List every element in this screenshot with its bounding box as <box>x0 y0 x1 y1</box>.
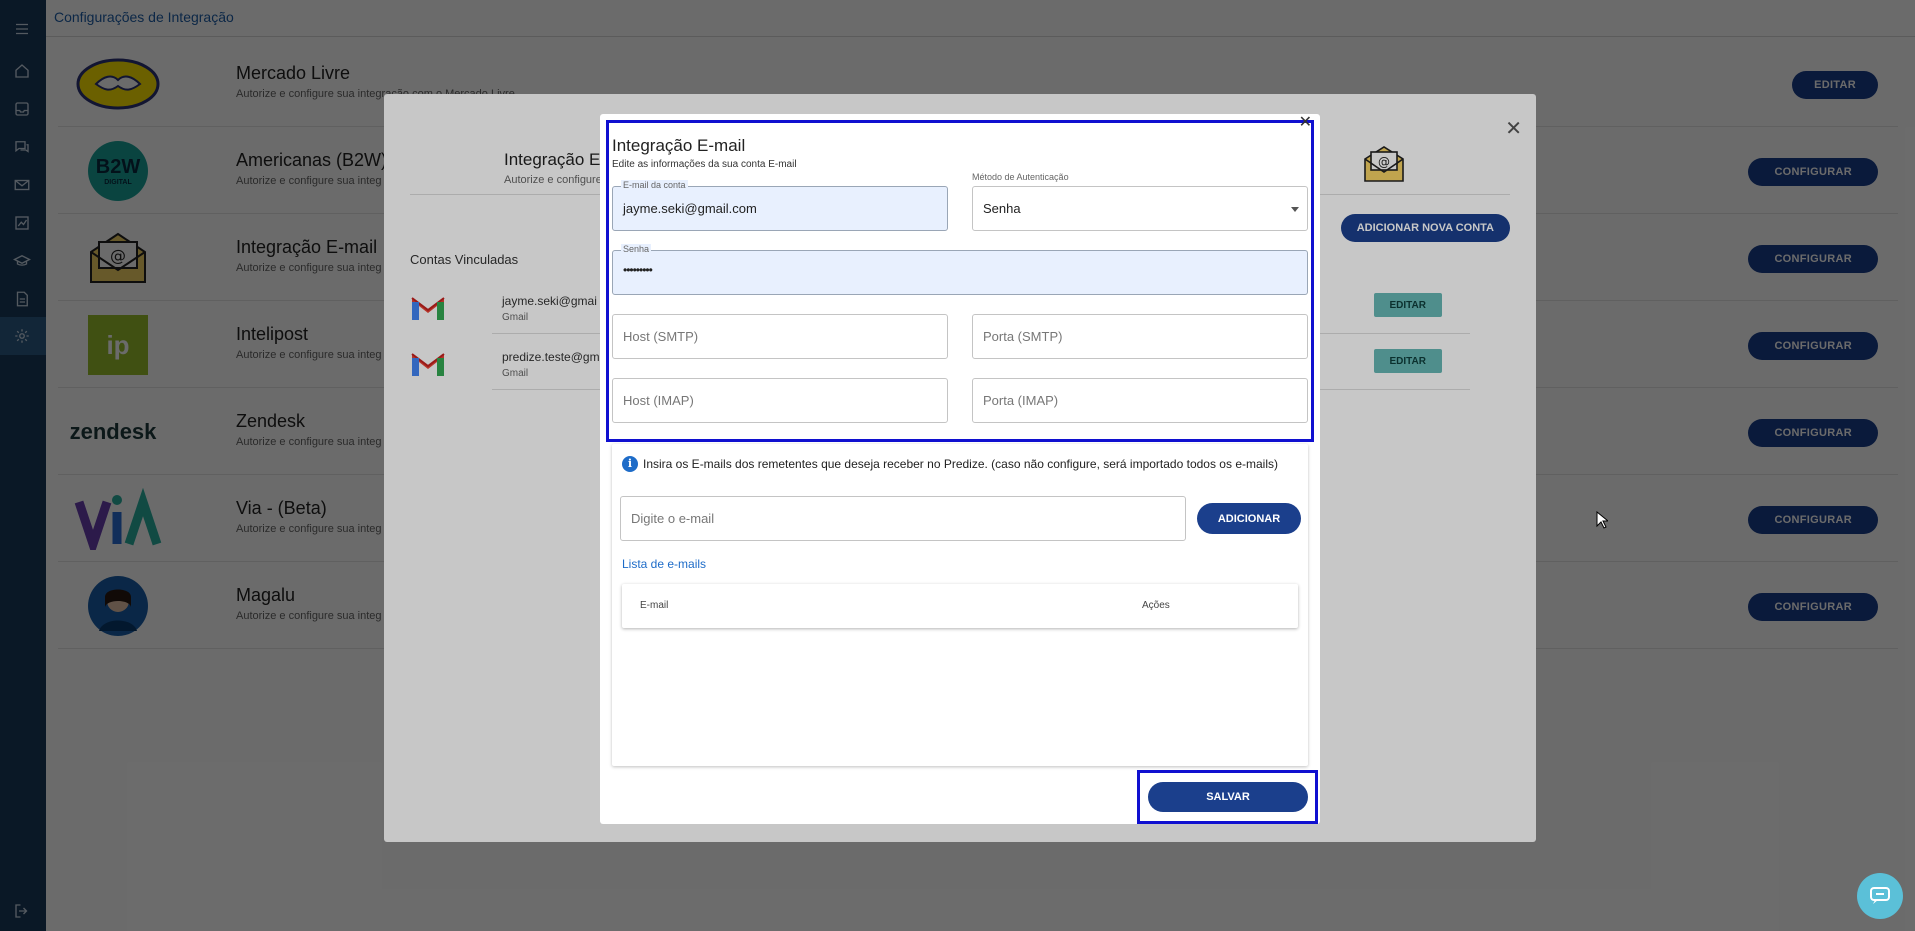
sender-email-input[interactable]: Digite o e-mail <box>620 496 1186 541</box>
chevron-down-icon <box>1291 207 1299 212</box>
sender-emails-panel: i Insira os E-mails dos remetentes que d… <box>612 444 1308 766</box>
field-placeholder: Digite o e-mail <box>631 511 715 526</box>
field-placeholder: Porta (SMTP) <box>983 329 1063 344</box>
imap-host-field[interactable]: Host (IMAP) <box>612 378 948 423</box>
close-icon[interactable]: ✕ <box>1299 112 1312 132</box>
dialog-subtitle: Edite as informações da sua conta E-mail <box>612 159 797 170</box>
field-placeholder: Host (IMAP) <box>623 393 694 408</box>
info-text: Insira os E-mails dos remetentes que des… <box>643 457 1278 471</box>
edit-email-dialog: ✕ Integração E-mail Edite as informações… <box>600 114 1320 824</box>
field-placeholder: Host (SMTP) <box>623 329 699 344</box>
save-button[interactable]: SALVAR <box>1148 782 1308 812</box>
add-email-button[interactable]: ADICIONAR <box>1197 503 1301 534</box>
account-email-field[interactable]: E-mail da conta jayme.seki@gmail.com <box>612 180 948 231</box>
password-field[interactable]: Senha ••••••••• <box>612 244 1308 295</box>
auth-method-select[interactable]: Senha <box>972 186 1308 231</box>
email-list-table: E-mail Ações <box>622 584 1298 628</box>
chat-support-button[interactable] <box>1857 873 1903 919</box>
info-icon: i <box>622 456 638 472</box>
column-header-actions: Ações <box>1142 600 1170 611</box>
mouse-cursor-icon <box>1596 511 1608 529</box>
dialog-title: Integração E-mail <box>612 136 746 155</box>
field-label: Senha <box>621 244 652 254</box>
email-list-title: Lista de e-mails <box>622 557 707 571</box>
smtp-port-field[interactable]: Porta (SMTP) <box>972 314 1308 359</box>
field-value: jayme.seki@gmail.com <box>623 201 757 216</box>
field-value: ••••••••• <box>623 263 653 277</box>
field-value: Senha <box>983 201 1021 216</box>
auth-method-label: Método de Autenticação <box>972 172 1069 182</box>
column-header-email: E-mail <box>640 600 669 611</box>
field-label: E-mail da conta <box>621 180 688 190</box>
smtp-host-field[interactable]: Host (SMTP) <box>612 314 948 359</box>
field-placeholder: Porta (IMAP) <box>983 393 1059 408</box>
chat-bubble-icon <box>1870 887 1890 904</box>
imap-port-field[interactable]: Porta (IMAP) <box>972 378 1308 423</box>
